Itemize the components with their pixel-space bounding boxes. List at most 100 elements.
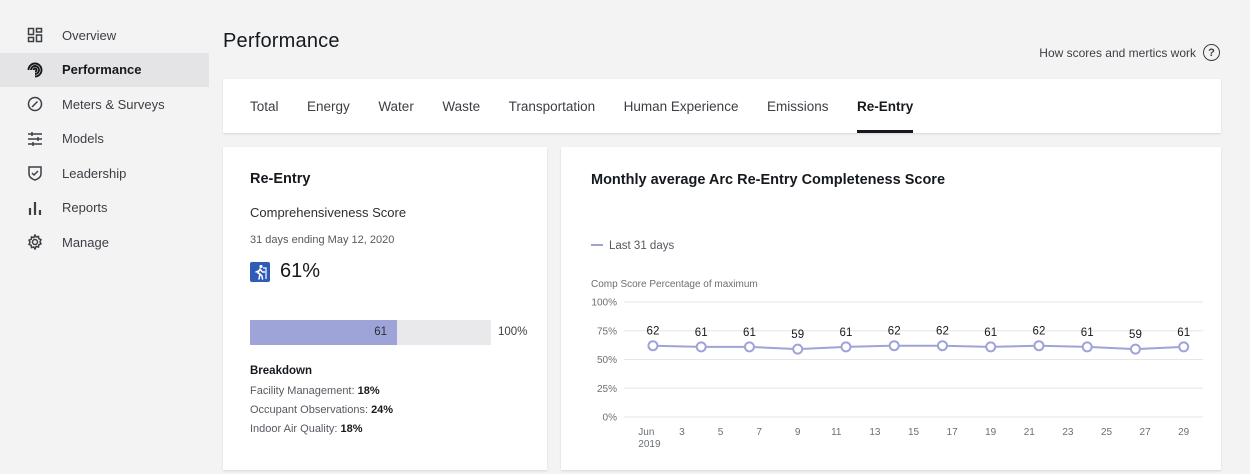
breakdown-label: Facility Management: — [250, 385, 358, 397]
score-bar-label: 61 — [374, 326, 387, 338]
sidebar-item-manage[interactable]: Manage — [0, 225, 209, 260]
sidebar-item-label: Overview — [62, 27, 117, 43]
data-label: 61 — [1177, 327, 1190, 339]
data-label: 62 — [1033, 326, 1046, 338]
gear-icon — [26, 233, 44, 251]
data-point — [792, 343, 804, 355]
category-tabs: Total Energy Water Waste Transportation Human… — [223, 79, 1221, 133]
breakdown-item: Indoor Air Quality: 18% — [250, 423, 363, 435]
score-card: Re-Entry Comprehensiveness Score 31 days… — [223, 147, 547, 470]
breakdown-label: Indoor Air Quality: — [250, 423, 341, 435]
sidebar-item-meters-surveys[interactable]: Meters & Surveys — [0, 87, 209, 122]
sidebar-item-reports[interactable]: Reports — [0, 191, 209, 226]
person-walking-icon — [250, 261, 270, 282]
data-label: 61 — [840, 327, 853, 339]
x-tick-label: 3 — [679, 427, 685, 438]
breakdown-item: Facility Management: 18% — [250, 385, 380, 397]
data-point — [647, 340, 659, 352]
x-tick-label: 19 — [985, 427, 997, 438]
data-label: 62 — [647, 326, 660, 338]
x-tick-label: 13 — [869, 427, 881, 438]
question-circle-icon[interactable]: ? — [1203, 44, 1220, 61]
sidebar-item-label: Reports — [62, 200, 108, 216]
data-label: 62 — [888, 326, 901, 338]
shield-check-icon — [26, 164, 44, 182]
dashboard-grid-icon — [26, 26, 44, 44]
sidebar-item-label: Meters & Surveys — [62, 96, 165, 112]
data-label: 59 — [791, 329, 804, 341]
x-tick-label: 7 — [756, 427, 762, 438]
y-tick-label: 75% — [597, 326, 617, 337]
score-row: 61% — [250, 260, 320, 283]
tab-re-entry[interactable]: Re-Entry — [856, 79, 914, 133]
y-tick-label: 50% — [597, 355, 617, 366]
data-label: 61 — [984, 327, 997, 339]
page-title: Performance — [223, 30, 340, 52]
tab-total[interactable]: Total — [250, 79, 279, 133]
legend-label: Last 31 days — [609, 240, 674, 252]
sidebar-item-label: Models — [62, 131, 104, 147]
data-label: 61 — [743, 327, 756, 339]
data-label: 61 — [695, 327, 708, 339]
data-point — [1033, 340, 1045, 352]
data-point — [1081, 341, 1093, 353]
sidebar-item-label: Performance — [62, 62, 142, 78]
card-title: Re-Entry — [250, 171, 311, 187]
help-link-label: How scores and mertics work — [1039, 45, 1196, 60]
sidebar: Overview Performance Meters & Surveys Model… — [0, 0, 209, 474]
breakdown-value: 24% — [371, 404, 394, 416]
series-line — [652, 344, 1184, 351]
tab-transportation[interactable]: Transportation — [509, 79, 596, 133]
x-tick-label: Jun 2019 — [638, 427, 661, 450]
breakdown-item: Occupant Observations: 24% — [250, 404, 393, 416]
breakdown-title: Breakdown — [250, 365, 312, 377]
sidebar-item-overview[interactable]: Overview — [0, 18, 209, 53]
data-point — [985, 341, 997, 353]
bar-chart-icon — [26, 199, 44, 217]
sidebar-item-performance[interactable]: Performance — [0, 52, 209, 87]
help-link[interactable]: How scores and mertics work ? — [1039, 44, 1220, 61]
tab-emissions[interactable]: Emissions — [767, 79, 829, 133]
breakdown-value: 18% — [357, 385, 380, 397]
data-point — [695, 341, 707, 353]
sidebar-item-leadership[interactable]: Leadership — [0, 156, 209, 191]
x-tick-label: 5 — [718, 427, 724, 438]
x-tick-label: 17 — [947, 427, 959, 438]
chart-card: Monthly average Arc Re-Entry Completenes… — [561, 147, 1221, 470]
data-point — [936, 340, 948, 352]
y-tick-label: 0% — [603, 413, 618, 424]
x-tick-label: 15 — [908, 427, 920, 438]
breakdown-value: 18% — [340, 423, 363, 435]
x-tick-label: 21 — [1024, 427, 1036, 438]
x-tick-label: 9 — [795, 427, 801, 438]
tab-water[interactable]: Water — [378, 79, 414, 133]
data-point — [840, 341, 852, 353]
tab-energy[interactable]: Energy — [307, 79, 350, 133]
data-point — [888, 340, 900, 352]
gauge-icon — [26, 95, 44, 113]
score-subtitle: Comprehensiveness Score — [250, 205, 407, 220]
y-axis-label: Comp Score Percentage of maximum — [591, 279, 758, 290]
sidebar-item-models[interactable]: Models — [0, 122, 209, 157]
line-chart: Last 31 days Comp Score Percentage of max… — [591, 240, 1203, 450]
breakdown-label: Occupant Observations: — [250, 404, 372, 416]
sliders-icon — [26, 130, 44, 148]
x-tick-label: 23 — [1062, 427, 1074, 438]
data-point — [743, 341, 755, 353]
y-tick-label: 100% — [591, 298, 617, 309]
data-point — [1178, 341, 1190, 353]
sidebar-item-label: Leadership — [62, 165, 127, 181]
score-bar: 61 — [250, 320, 491, 345]
data-label: 62 — [936, 326, 949, 338]
score-bar-fill: 61 — [250, 320, 397, 345]
data-label: 59 — [1129, 329, 1142, 341]
score-period: 31 days ending May 12, 2020 — [250, 234, 395, 246]
x-tick-label: 25 — [1101, 427, 1113, 438]
tab-human-experience[interactable]: Human Experience — [624, 79, 739, 133]
sidebar-item-label: Manage — [62, 234, 109, 250]
tab-waste[interactable]: Waste — [442, 79, 480, 133]
performance-spiral-icon — [26, 61, 44, 79]
data-label: 61 — [1081, 327, 1094, 339]
y-tick-label: 25% — [597, 384, 617, 395]
x-tick-label: 11 — [831, 427, 842, 438]
